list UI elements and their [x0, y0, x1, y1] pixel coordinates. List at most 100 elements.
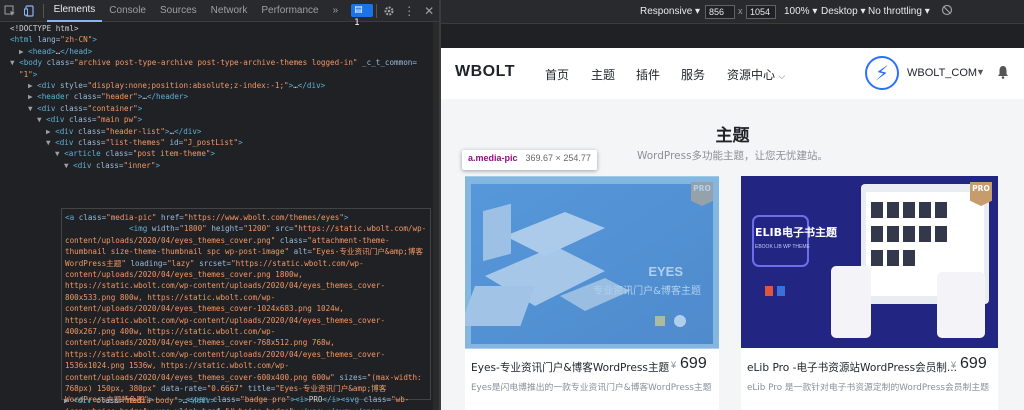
nav-plugins[interactable]: 插件	[636, 66, 660, 83]
triangle-down-icon[interactable]: ▼	[64, 161, 73, 170]
dom-node-line[interactable]: ▼ <div class="inner">	[64, 160, 160, 171]
triangle-right-icon[interactable]: ▶	[28, 81, 37, 90]
dom-node-line[interactable]: ▼ <div class="list-themes" id="J_postLis…	[46, 137, 243, 148]
dom-token: </i><svg	[322, 395, 364, 405]
site-logo[interactable]: WBOLT	[455, 63, 515, 81]
close-icon[interactable]: ✕	[419, 0, 439, 22]
dom-token: "1800"	[179, 224, 207, 234]
dom-token: "main pw"	[96, 115, 138, 125]
dom-token: sizes=	[334, 372, 367, 382]
dom-token: "container"	[87, 103, 138, 113]
theme-card-eyes[interactable]: EYES 专业资讯门户&博客主题 PRO Eyes-专业资讯门户&博客WordP…	[465, 176, 719, 410]
dom-token: "media-pic"	[106, 213, 157, 222]
dom-token: class=	[78, 213, 107, 222]
theme-card-title[interactable]: eLib Pro -电子书资源站WordPress会员制...	[747, 360, 957, 375]
site-header: WBOLT 首页 主题 插件 服务 资源中心 ⌵ ⚡ WBOLT_COM ▼	[441, 48, 1024, 99]
dom-token: >	[137, 103, 143, 113]
dom-node-line[interactable]: ▼ <body class="archive post-type-archive…	[10, 57, 417, 68]
selected-node-line: WordPress主题" loading="lazy" srcset="http…	[65, 258, 364, 269]
dom-token: style=	[60, 81, 88, 90]
kebab-icon[interactable]: ⋮	[399, 0, 419, 22]
nav-themes[interactable]: 主题	[591, 66, 615, 83]
dom-token: WordPress主题"	[65, 258, 126, 268]
dom-token: >	[137, 115, 143, 125]
dom-token: thumbnail size-theme-thumbnail spc wp-po…	[65, 247, 290, 257]
dom-token: <html	[10, 35, 38, 45]
page-title: 主题	[715, 126, 750, 146]
dom-node-line[interactable]: ▶ <div style="display:none;position:abso…	[28, 80, 325, 91]
viewport-height-input[interactable]: 1054	[746, 5, 776, 19]
tab-network[interactable]: Network	[204, 0, 255, 22]
triangle-down-icon[interactable]: ▼	[28, 104, 37, 113]
nav-home[interactable]: 首页	[545, 66, 569, 83]
dom-token: href=	[156, 213, 184, 222]
nav-resources[interactable]: 资源中心 ⌵	[727, 66, 785, 83]
viewport-width-input[interactable]: 856	[705, 5, 735, 19]
issues-badge[interactable]: ▤ 1	[351, 4, 373, 28]
dom-node-line[interactable]: ▶ <div class="media-body">…</div>	[64, 395, 215, 406]
dom-node-line[interactable]: <html lang="zh-CN">	[10, 34, 97, 45]
tab-console[interactable]: Console	[102, 0, 153, 22]
bell-icon[interactable]	[997, 65, 1009, 79]
dom-node-line[interactable]: ▶ <head>…</head>	[19, 46, 92, 57]
dom-token: <img	[129, 224, 152, 234]
dom-token: class=	[105, 149, 133, 159]
dom-token: "post item-theme"	[132, 149, 211, 159]
selected-node-line: content/uploads/2020/04/eyes_themes_cove…	[65, 372, 422, 383]
triangle-right-icon[interactable]: ▶	[64, 396, 73, 405]
dom-node-line[interactable]: "1">	[19, 69, 37, 80]
dom-token: "0.6667"	[206, 384, 244, 393]
dom-token: data-rate=	[156, 384, 207, 393]
theme-card-title[interactable]: Eyes-专业资讯门户&博客WordPress主题	[471, 360, 669, 375]
selected-node-box[interactable]: <a class="media-pic" href="https://www.w…	[61, 208, 431, 410]
dom-node-line[interactable]: ▼ <article class="post item-theme">	[55, 148, 215, 159]
toolbar-divider	[375, 3, 377, 18]
dom-node-line[interactable]: ▼ <div class="container">	[28, 103, 142, 114]
dom-token: <a	[65, 213, 79, 222]
caret-down-icon: ▾	[695, 6, 701, 17]
rotate-icon[interactable]	[941, 4, 953, 19]
dom-token: "1"	[19, 69, 33, 79]
toolbar-divider	[42, 3, 44, 18]
caret-down-icon[interactable]: ▼	[976, 67, 985, 77]
triangle-down-icon[interactable]: ▼	[46, 138, 55, 147]
device-toggle-icon[interactable]	[20, 0, 40, 22]
triangle-right-icon[interactable]: ▶	[19, 47, 28, 56]
triangle-down-icon[interactable]: ▼	[10, 58, 19, 67]
gear-icon[interactable]	[380, 0, 400, 22]
tab-sources[interactable]: Sources	[153, 0, 204, 22]
theme-thumbnail[interactable]: EYES 专业资讯门户&博客主题 PRO	[465, 176, 719, 348]
throttle-select[interactable]: No throttling ▾	[868, 6, 930, 17]
dom-token: "media-body"	[123, 396, 179, 405]
triangle-down-icon[interactable]: ▼	[55, 149, 64, 158]
dom-token	[65, 224, 129, 233]
dom-token: 400x267.png 400w, https://static.wbolt.c…	[65, 327, 276, 336]
dom-node-line[interactable]: ▼ <div class="main pw">	[37, 114, 142, 125]
theme-card-elib[interactable]: ELIB电子书主题 EBOOK LIB WP THEME PRO eLib Pr…	[741, 176, 998, 410]
dom-node-line[interactable]: ▶ <header class="header">…</header>	[28, 91, 188, 102]
tab-elements[interactable]: Elements	[46, 0, 103, 22]
more-tabs-button[interactable]: »	[326, 0, 346, 22]
dom-tree[interactable]: <!DOCTYPE html> <html lang="zh-CN"> ▶ <hea…	[0, 22, 439, 410]
theme-thumbnail[interactable]: ELIB电子书主题 EBOOK LIB WP THEME PRO	[741, 176, 998, 348]
cover-subtitle: EBOOK LIB WP THEME	[755, 244, 810, 250]
mode-select[interactable]: Desktop ▾	[821, 6, 866, 17]
dom-node-line[interactable]: ▶ <div class="header-list">…</div>	[46, 126, 201, 137]
triangle-right-icon[interactable]: ▶	[28, 92, 37, 101]
dom-token: content/uploads/2020/04/eyes_themes_cove…	[65, 338, 335, 348]
dom-token: >	[155, 160, 161, 170]
tab-performance[interactable]: Performance	[254, 0, 325, 22]
zoom-select[interactable]: 100% ▾	[784, 6, 817, 17]
dom-node-line[interactable]: <!DOCTYPE html>	[10, 23, 79, 34]
dom-token: <body	[19, 58, 47, 68]
username[interactable]: WBOLT_COM	[907, 67, 977, 79]
dom-token: >	[343, 213, 349, 222]
cover-subtitle: 专业资讯门户&博客主题	[593, 284, 701, 297]
dom-token: class=	[69, 115, 97, 125]
triangle-right-icon[interactable]: ▶	[46, 127, 55, 136]
device-select[interactable]: Responsive ▾	[640, 6, 700, 17]
avatar[interactable]: ⚡	[865, 56, 899, 90]
inspect-icon[interactable]	[0, 0, 20, 22]
triangle-down-icon[interactable]: ▼	[37, 115, 46, 124]
nav-services[interactable]: 服务	[681, 66, 705, 83]
